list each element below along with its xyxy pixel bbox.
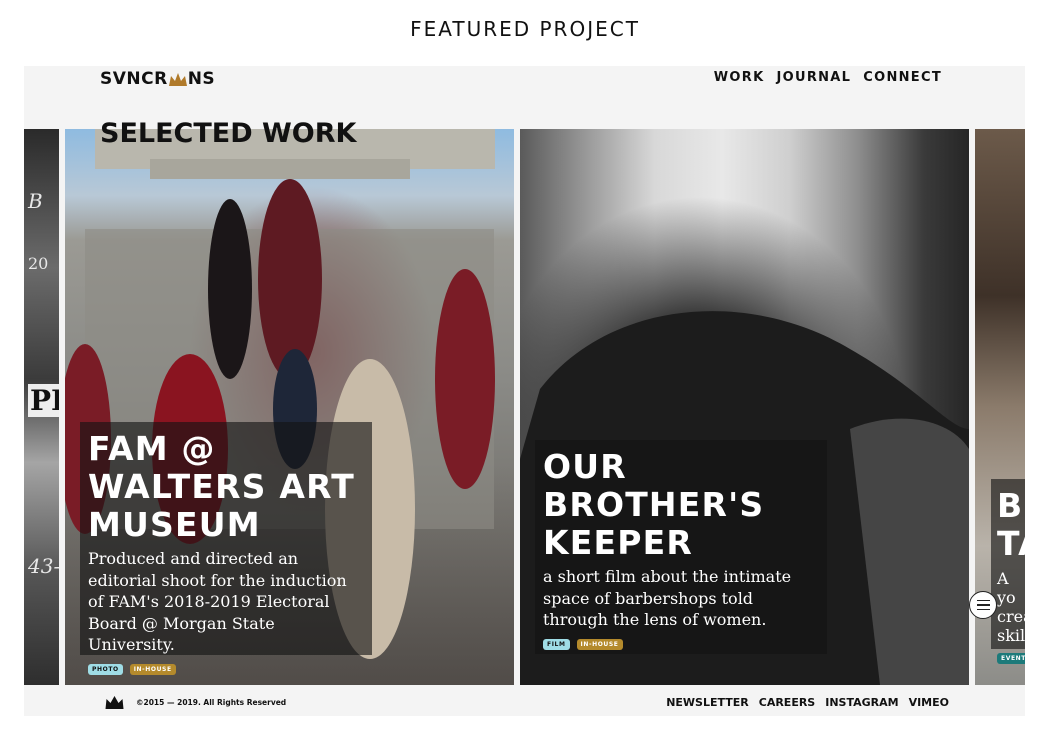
site-logo[interactable]: SVNCR NS (100, 69, 215, 89)
nav-journal[interactable]: JOURNAL (776, 70, 851, 85)
previous-card-text-3: PE (28, 384, 59, 417)
next-tags: EVENT (997, 653, 1025, 664)
footer-link-vimeo[interactable]: VIMEO (909, 696, 949, 709)
nav-work[interactable]: WORK (714, 70, 765, 85)
copyright-text: ©2015 — 2019. All Rights Reserved (136, 698, 287, 707)
obk-tags: FILM IN-HOUSE (543, 638, 819, 650)
crown-icon (105, 696, 124, 709)
hamburger-menu-icon[interactable] (969, 591, 997, 619)
fam-tags: PHOTO IN-HOUSE (88, 663, 364, 675)
tag-in-house[interactable]: IN-HOUSE (129, 663, 176, 675)
featured-project-caption: FEATURED PROJECT (410, 17, 640, 41)
tag-event[interactable]: EVENT (997, 653, 1025, 664)
fam-title: FAM @ WALTERS ART MUSEUM (88, 429, 355, 544)
tag-film[interactable]: FILM (543, 638, 570, 650)
logo-text-start: SVNCR (100, 69, 168, 89)
crown-logo-icon (168, 73, 187, 86)
obk-overlay: OUR BROTHER'S KEEPER a short film about … (535, 440, 827, 654)
next-title: B TA (997, 486, 1025, 563)
footer-link-instagram[interactable]: INSTAGRAM (825, 696, 898, 709)
site-preview: SVNCR NS WORK JOURNAL CONNECT SELECTED W… (24, 66, 1025, 716)
tag-photo[interactable]: PHOTO (88, 663, 123, 675)
footer-link-newsletter[interactable]: NEWSLETTER (666, 696, 749, 709)
fam-description: Produced and directed an editorial shoot… (88, 549, 347, 654)
tag-in-house[interactable]: IN-HOUSE (576, 638, 623, 650)
project-card-fam[interactable]: FAM @ WALTERS ART MUSEUM Produced and di… (65, 129, 514, 685)
footer-link-careers[interactable]: CAREERS (759, 696, 815, 709)
previous-card-text-4: 43- (28, 554, 59, 578)
next-description: A yo crea skil (997, 569, 1025, 645)
footer-links: NEWSLETTER CAREERS INSTAGRAM VIMEO (666, 696, 949, 709)
obk-title: OUR BROTHER'S KEEPER (543, 447, 765, 562)
next-overlay: B TA A yo crea skil EVENT (991, 479, 1025, 664)
previous-card-text-2: 20 (28, 254, 49, 273)
obk-description: a short film about the intimate space of… (543, 567, 792, 629)
main-nav: WORK JOURNAL CONNECT (714, 70, 942, 85)
previous-card-text: B (28, 189, 43, 213)
section-title: SELECTED WORK (100, 118, 357, 149)
logo-text-end: NS (187, 69, 216, 89)
project-card-previous[interactable]: B 20 PE 43- (24, 129, 59, 685)
project-card-our-brothers-keeper[interactable]: OUR BROTHER'S KEEPER a short film about … (520, 129, 969, 685)
nav-connect[interactable]: CONNECT (863, 70, 942, 85)
fam-overlay: FAM @ WALTERS ART MUSEUM Produced and di… (80, 422, 372, 675)
site-footer: ©2015 — 2019. All Rights Reserved NEWSLE… (24, 685, 1025, 716)
